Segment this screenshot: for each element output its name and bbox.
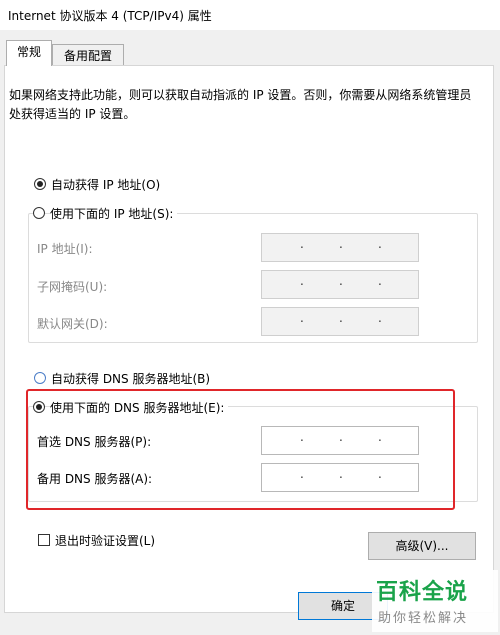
gateway-label: 默认网关(D):: [37, 317, 108, 331]
auto-ip-label[interactable]: 自动获得 IP 地址(O): [51, 176, 160, 193]
advanced-button[interactable]: 高级(V)...: [368, 532, 476, 560]
validate-checkbox[interactable]: [38, 534, 50, 546]
tab-alternate-config[interactable]: 备用配置: [52, 44, 124, 66]
highlight-box: [26, 389, 455, 510]
ip-address-input[interactable]: ...: [261, 233, 419, 262]
auto-ip-radio[interactable]: [34, 178, 46, 190]
tab-general[interactable]: 常规: [6, 40, 52, 66]
manual-ip-label[interactable]: 使用下面的 IP 地址(S):: [50, 205, 178, 222]
subnet-mask-input[interactable]: ...: [261, 270, 419, 299]
subnet-mask-label: 子网掩码(U):: [37, 280, 108, 294]
ip-address-label: IP 地址(I):: [37, 242, 93, 256]
description-text: 如果网络支持此功能，则可以获取自动指派的 IP 设置。否则，你需要从网络系统管理…: [9, 88, 472, 121]
validate-label[interactable]: 退出时验证设置(L): [55, 532, 155, 549]
gateway-input[interactable]: ...: [261, 307, 419, 336]
window-title: Internet 协议版本 4 (TCP/IPv4) 属性: [8, 9, 212, 23]
auto-dns-radio[interactable]: [34, 372, 46, 384]
auto-dns-label[interactable]: 自动获得 DNS 服务器地址(B): [51, 370, 210, 387]
manual-ip-radio[interactable]: [33, 207, 45, 219]
watermark-subtitle: 助你轻松解决: [378, 611, 469, 626]
watermark: 百科全说 助你轻松解决: [372, 570, 498, 632]
watermark-title: 百科全说: [376, 580, 469, 605]
title-bar: Internet 协议版本 4 (TCP/IPv4) 属性: [0, 0, 500, 30]
